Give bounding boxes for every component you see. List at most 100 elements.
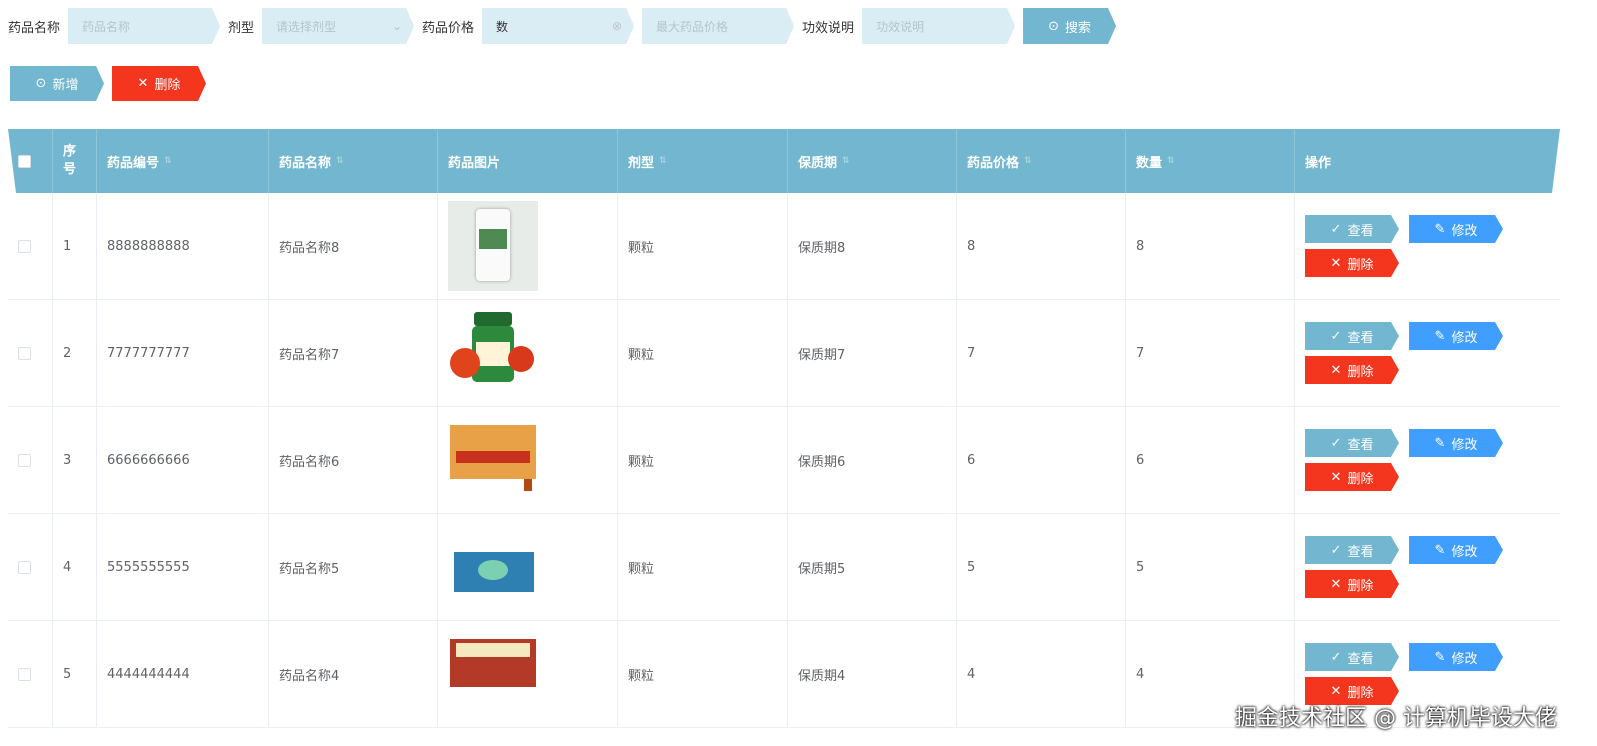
- sort-icon[interactable]: ⇅: [164, 156, 172, 166]
- sort-icon[interactable]: ⇅: [659, 156, 667, 166]
- price-cell: 5: [957, 514, 1126, 620]
- price-min-input[interactable]: 数 ⊗: [482, 8, 634, 44]
- price-max-input[interactable]: 最大药品价格: [642, 8, 794, 44]
- shelf-cell: 保质期8: [788, 193, 957, 299]
- view-label: 查看: [1347, 330, 1374, 346]
- type-select[interactable]: 请选择剂型 ⌄: [262, 8, 414, 44]
- delete-button[interactable]: ✕ 删除: [1305, 356, 1399, 384]
- view-button[interactable]: ✓ 查看: [1305, 429, 1399, 457]
- header-shelf[interactable]: 保质期 ⇅: [788, 129, 957, 193]
- shelf-cell: 保质期7: [788, 300, 957, 406]
- row-checkbox[interactable]: [18, 667, 31, 681]
- row-checkbox[interactable]: [18, 346, 31, 360]
- code-cell: 4444444444: [97, 621, 269, 727]
- header-qty[interactable]: 数量 ⇅: [1126, 129, 1295, 193]
- delete-label: 删除: [1347, 364, 1374, 380]
- check-icon: ✓: [1330, 221, 1342, 237]
- row-checkbox[interactable]: [18, 560, 31, 574]
- view-label: 查看: [1347, 223, 1374, 239]
- table-row: 1 8888888888 药品名称8 颗粒 保质期8 8 8 ✓ 查看 ✎ 修改 ✕…: [8, 193, 1560, 300]
- name-cell: 药品名称7: [269, 300, 438, 406]
- form-cell: 颗粒: [618, 300, 788, 406]
- medicine-image[interactable]: [448, 629, 538, 719]
- close-icon: ✕: [1330, 576, 1342, 592]
- shelf-cell: 保质期5: [788, 514, 957, 620]
- table-row: 3 6666666666 药品名称6 颗粒 保质期6 6 6 ✓ 查看 ✎ 修改 ✕…: [8, 407, 1560, 514]
- type-label: 剂型: [228, 20, 255, 36]
- header-image: 药品图片: [438, 129, 618, 193]
- edit-button[interactable]: ✎ 修改: [1409, 429, 1503, 457]
- view-button[interactable]: ✓ 查看: [1305, 643, 1399, 671]
- price-cell: 4: [957, 621, 1126, 727]
- price-label: 药品价格: [422, 20, 475, 36]
- header-code[interactable]: 药品编号 ⇅: [97, 129, 269, 193]
- edit-label: 修改: [1451, 330, 1478, 346]
- add-button[interactable]: ⊙ 新增: [10, 66, 104, 101]
- delete-label: 删除: [154, 78, 181, 93]
- clear-icon[interactable]: ⊗: [612, 19, 622, 33]
- medicine-image[interactable]: [448, 308, 538, 398]
- header-form[interactable]: 剂型 ⇅: [618, 129, 788, 193]
- qty-cell: 6: [1126, 407, 1295, 513]
- header-price-label: 药品价格: [967, 155, 1020, 171]
- delete-label: 删除: [1347, 471, 1374, 487]
- edit-button[interactable]: ✎ 修改: [1409, 322, 1503, 350]
- close-icon: ✕: [137, 76, 149, 91]
- batch-delete-button[interactable]: ✕ 删除: [112, 66, 206, 101]
- medicine-image[interactable]: [448, 415, 538, 505]
- form-cell: 颗粒: [618, 514, 788, 620]
- code-cell: 6666666666: [97, 407, 269, 513]
- name-cell: 药品名称6: [269, 407, 438, 513]
- edit-icon: ✎: [1434, 542, 1446, 558]
- effect-label: 功效说明: [802, 20, 855, 36]
- delete-button[interactable]: ✕ 删除: [1305, 463, 1399, 491]
- name-cell: 药品名称5: [269, 514, 438, 620]
- view-label: 查看: [1347, 437, 1374, 453]
- table-row: 2 7777777777 药品名称7 颗粒 保质期7 7 7 ✓ 查看 ✎ 修改 ✕…: [8, 300, 1560, 407]
- index-cell: 2: [53, 300, 97, 406]
- view-button[interactable]: ✓ 查看: [1305, 322, 1399, 350]
- header-price[interactable]: 药品价格 ⇅: [957, 129, 1126, 193]
- qty-cell: 5: [1126, 514, 1295, 620]
- index-cell: 1: [53, 193, 97, 299]
- edit-button[interactable]: ✎ 修改: [1409, 536, 1503, 564]
- select-all-checkbox[interactable]: [18, 155, 31, 168]
- price-cell: 8: [957, 193, 1126, 299]
- medicine-image[interactable]: [448, 522, 538, 612]
- name-input[interactable]: 药品名称: [68, 8, 220, 44]
- medicine-image[interactable]: [448, 201, 538, 291]
- medicine-table: 序号 药品编号 ⇅ 药品名称 ⇅ 药品图片 剂型 ⇅ 保质期 ⇅ 药品价格 ⇅ 数量 ⇅ 操…: [8, 129, 1560, 728]
- qty-cell: 8: [1126, 193, 1295, 299]
- edit-icon: ✎: [1434, 435, 1446, 451]
- close-icon: ✕: [1330, 683, 1342, 699]
- view-button[interactable]: ✓ 查看: [1305, 215, 1399, 243]
- delete-label: 删除: [1347, 257, 1374, 273]
- check-icon: ✓: [1330, 435, 1342, 451]
- sort-icon[interactable]: ⇅: [842, 156, 850, 166]
- qty-cell: 7: [1126, 300, 1295, 406]
- type-placeholder: 请选择剂型: [276, 19, 337, 34]
- shelf-cell: 保质期4: [788, 621, 957, 727]
- code-cell: 8888888888: [97, 193, 269, 299]
- header-index: 序号: [53, 129, 97, 193]
- edit-icon: ✎: [1434, 221, 1446, 237]
- edit-button[interactable]: ✎ 修改: [1409, 215, 1503, 243]
- row-checkbox[interactable]: [18, 453, 31, 467]
- delete-button[interactable]: ✕ 删除: [1305, 570, 1399, 598]
- search-button[interactable]: ⊙ 搜索: [1023, 8, 1116, 44]
- shelf-cell: 保质期6: [788, 407, 957, 513]
- edit-button[interactable]: ✎ 修改: [1409, 643, 1503, 671]
- effect-input[interactable]: 功效说明: [862, 8, 1015, 44]
- view-label: 查看: [1347, 544, 1374, 560]
- close-icon: ✕: [1330, 255, 1342, 271]
- check-icon: ✓: [1330, 649, 1342, 665]
- sort-icon[interactable]: ⇅: [1167, 156, 1175, 166]
- sort-icon[interactable]: ⇅: [336, 156, 344, 166]
- header-name[interactable]: 药品名称 ⇅: [269, 129, 438, 193]
- edit-label: 修改: [1451, 544, 1478, 560]
- view-button[interactable]: ✓ 查看: [1305, 536, 1399, 564]
- delete-button[interactable]: ✕ 删除: [1305, 249, 1399, 277]
- sort-icon[interactable]: ⇅: [1024, 156, 1032, 166]
- index-cell: 3: [53, 407, 97, 513]
- row-checkbox[interactable]: [18, 239, 31, 253]
